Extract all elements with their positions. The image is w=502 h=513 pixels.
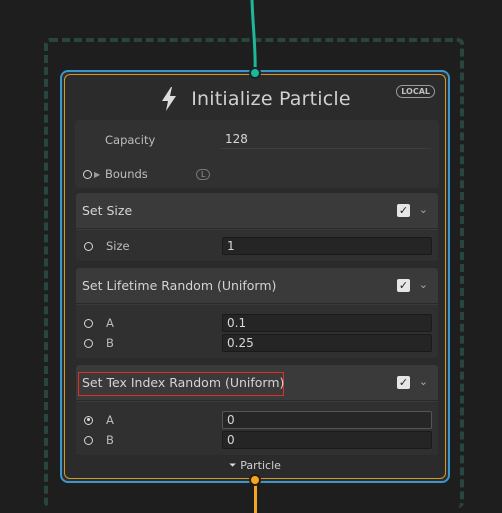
block-set-lifetime[interactable]: Set Lifetime Random (Uniform) ✓ ⌄ A 0.1 … — [75, 267, 439, 359]
expand-caret-icon[interactable]: ▶ — [94, 170, 100, 179]
lifetime-b-field[interactable]: 0.25 — [222, 334, 432, 352]
chevron-down-icon[interactable]: ⌄ — [419, 278, 428, 291]
context-inner-frame: Initialize Particle LOCAL Capacity 128 ▶… — [64, 74, 446, 479]
context-properties: Capacity 128 ▶ Bounds L — [75, 120, 439, 188]
block-body: A 0 B 0 — [76, 402, 438, 455]
texindex-b-port[interactable] — [84, 435, 93, 445]
capacity-row: Capacity 128 — [75, 128, 439, 152]
flow-output-port[interactable] — [249, 474, 261, 486]
size-row: Size 1 — [76, 234, 438, 258]
output-label-row: ⏷ Particle — [65, 459, 445, 472]
texindex-a-field[interactable]: 0 — [222, 411, 432, 429]
lifetime-a-port[interactable] — [84, 318, 93, 328]
texindex-b-row: B 0 — [76, 428, 438, 452]
lifetime-b-label: B — [106, 336, 114, 350]
size-input-port[interactable] — [84, 241, 93, 251]
bounds-space-toggle[interactable]: L — [196, 168, 211, 180]
context-title: Initialize Particle — [191, 88, 351, 110]
lifetime-a-field[interactable]: 0.1 — [222, 314, 432, 332]
flow-input-port[interactable] — [249, 67, 261, 79]
bounds-label: Bounds — [105, 167, 148, 181]
texindex-a-label: A — [106, 413, 114, 427]
chevron-down-icon[interactable]: ⌄ — [419, 375, 428, 388]
bounds-row: ▶ Bounds L — [75, 162, 439, 186]
texindex-b-label: B — [106, 433, 114, 447]
output-label: Particle — [240, 459, 281, 472]
lifetime-b-row: B 0.25 — [76, 331, 438, 355]
block-body: Size 1 — [76, 230, 438, 261]
lightning-bolt-icon — [162, 87, 177, 111]
flow-input-wire — [250, 0, 257, 74]
block-header[interactable]: Set Size ✓ ⌄ — [76, 193, 438, 229]
block-header[interactable]: Set Lifetime Random (Uniform) ✓ ⌄ — [76, 268, 438, 304]
lifetime-a-label: A — [106, 316, 114, 330]
block-title: Set Size — [82, 203, 133, 218]
block-set-size[interactable]: Set Size ✓ ⌄ Size 1 — [75, 192, 439, 262]
size-label: Size — [106, 239, 130, 253]
bounds-input-port[interactable] — [83, 169, 92, 179]
block-enabled-checkbox[interactable]: ✓ — [397, 376, 410, 389]
texindex-a-port[interactable] — [84, 415, 93, 425]
capacity-label: Capacity — [105, 133, 156, 147]
texindex-b-field[interactable]: 0 — [222, 431, 432, 449]
block-body: A 0.1 B 0.25 — [76, 305, 438, 358]
block-title: Set Lifetime Random (Uniform) — [82, 278, 277, 293]
chevron-down-icon[interactable]: ⌄ — [419, 203, 428, 216]
capacity-field[interactable]: 128 — [221, 131, 431, 149]
particle-output-icon: ⏷ — [229, 460, 237, 471]
space-badge[interactable]: LOCAL — [396, 85, 435, 98]
block-enabled-checkbox[interactable]: ✓ — [397, 204, 410, 217]
block-title: Set Tex Index Random (Uniform) — [82, 375, 285, 390]
lifetime-b-port[interactable] — [84, 338, 93, 348]
block-header[interactable]: Set Tex Index Random (Uniform) ✓ ⌄ — [76, 365, 438, 401]
size-field[interactable]: 1 — [222, 237, 432, 255]
initialize-particle-context[interactable]: Initialize Particle LOCAL Capacity 128 ▶… — [60, 70, 450, 483]
context-header[interactable]: Initialize Particle — [65, 83, 445, 115]
block-set-tex-index[interactable]: Set Tex Index Random (Uniform) ✓ ⌄ A 0 B… — [75, 364, 439, 456]
block-enabled-checkbox[interactable]: ✓ — [397, 279, 410, 292]
